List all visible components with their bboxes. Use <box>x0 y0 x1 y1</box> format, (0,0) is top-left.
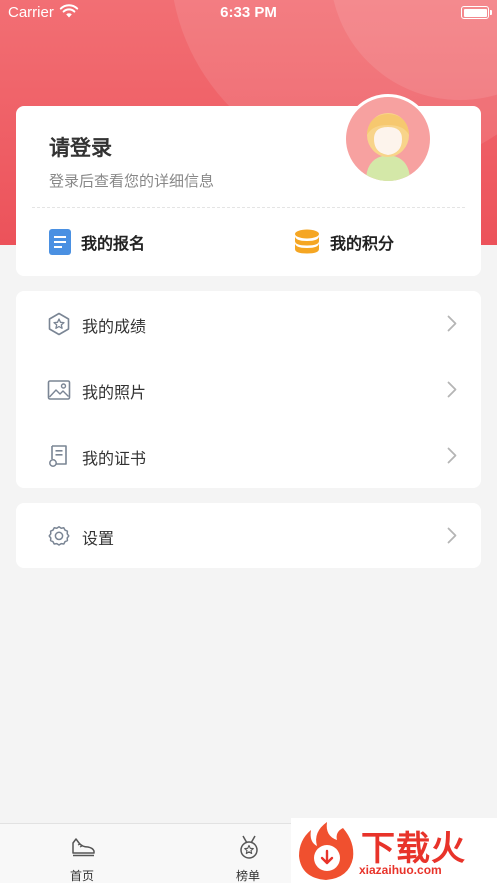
medal-icon <box>240 835 258 859</box>
menu-item-label: 我的成绩 <box>82 317 147 336</box>
tab-home[interactable]: 首页 <box>32 824 132 883</box>
gear-icon <box>48 526 70 546</box>
coin-stack-icon <box>295 229 319 254</box>
chevron-right-icon <box>447 447 457 464</box>
certificate-icon <box>49 445 67 467</box>
my-points-button[interactable]: 我的积分 <box>294 224 394 260</box>
chevron-right-icon <box>447 527 457 544</box>
menu-item-settings[interactable]: 设置 <box>16 503 481 568</box>
my-registration-button[interactable]: 我的报名 <box>49 224 145 260</box>
photo-icon <box>47 380 71 400</box>
watermark-url: xiazaihuo.com <box>359 863 442 877</box>
menu-card: 我的成绩 我的照片 我的证书 <box>16 291 481 488</box>
my-points-label: 我的积分 <box>330 234 395 253</box>
avatar[interactable] <box>343 94 433 184</box>
avatar-placeholder-icon <box>366 113 410 181</box>
menu-item-photos[interactable]: 我的照片 <box>16 357 481 422</box>
battery-icon <box>461 6 492 19</box>
flame-logo-icon <box>299 822 354 880</box>
login-title[interactable]: 请登录 <box>49 132 112 162</box>
chevron-right-icon <box>447 381 457 398</box>
menu-item-certificates[interactable]: 我的证书 <box>16 423 481 488</box>
clock-time: 6:33 PM <box>220 4 277 21</box>
my-registration-label: 我的报名 <box>81 234 146 253</box>
menu-item-label: 我的照片 <box>82 383 147 402</box>
status-bar: Carrier 6:33 PM <box>0 0 497 26</box>
login-subtitle: 登录后查看您的详细信息 <box>49 172 215 190</box>
document-icon <box>49 229 71 255</box>
tab-label: 榜单 <box>235 869 260 883</box>
menu-item-scores[interactable]: 我的成绩 <box>16 291 481 356</box>
menu-item-label: 我的证书 <box>82 449 147 468</box>
divider <box>32 207 465 208</box>
menu-item-label: 设置 <box>82 529 115 548</box>
tab-ranking[interactable]: 榜单 <box>198 824 298 883</box>
hexagon-star-icon <box>48 312 70 336</box>
chevron-right-icon <box>447 315 457 332</box>
settings-card: 设置 <box>16 503 481 568</box>
sneaker-icon <box>72 838 95 857</box>
tab-label: 首页 <box>69 869 94 883</box>
watermark: 下载火 xiazaihuo.com <box>291 818 497 883</box>
profile-card: 请登录 登录后查看您的详细信息 我的报名 我的积分 <box>16 94 481 276</box>
